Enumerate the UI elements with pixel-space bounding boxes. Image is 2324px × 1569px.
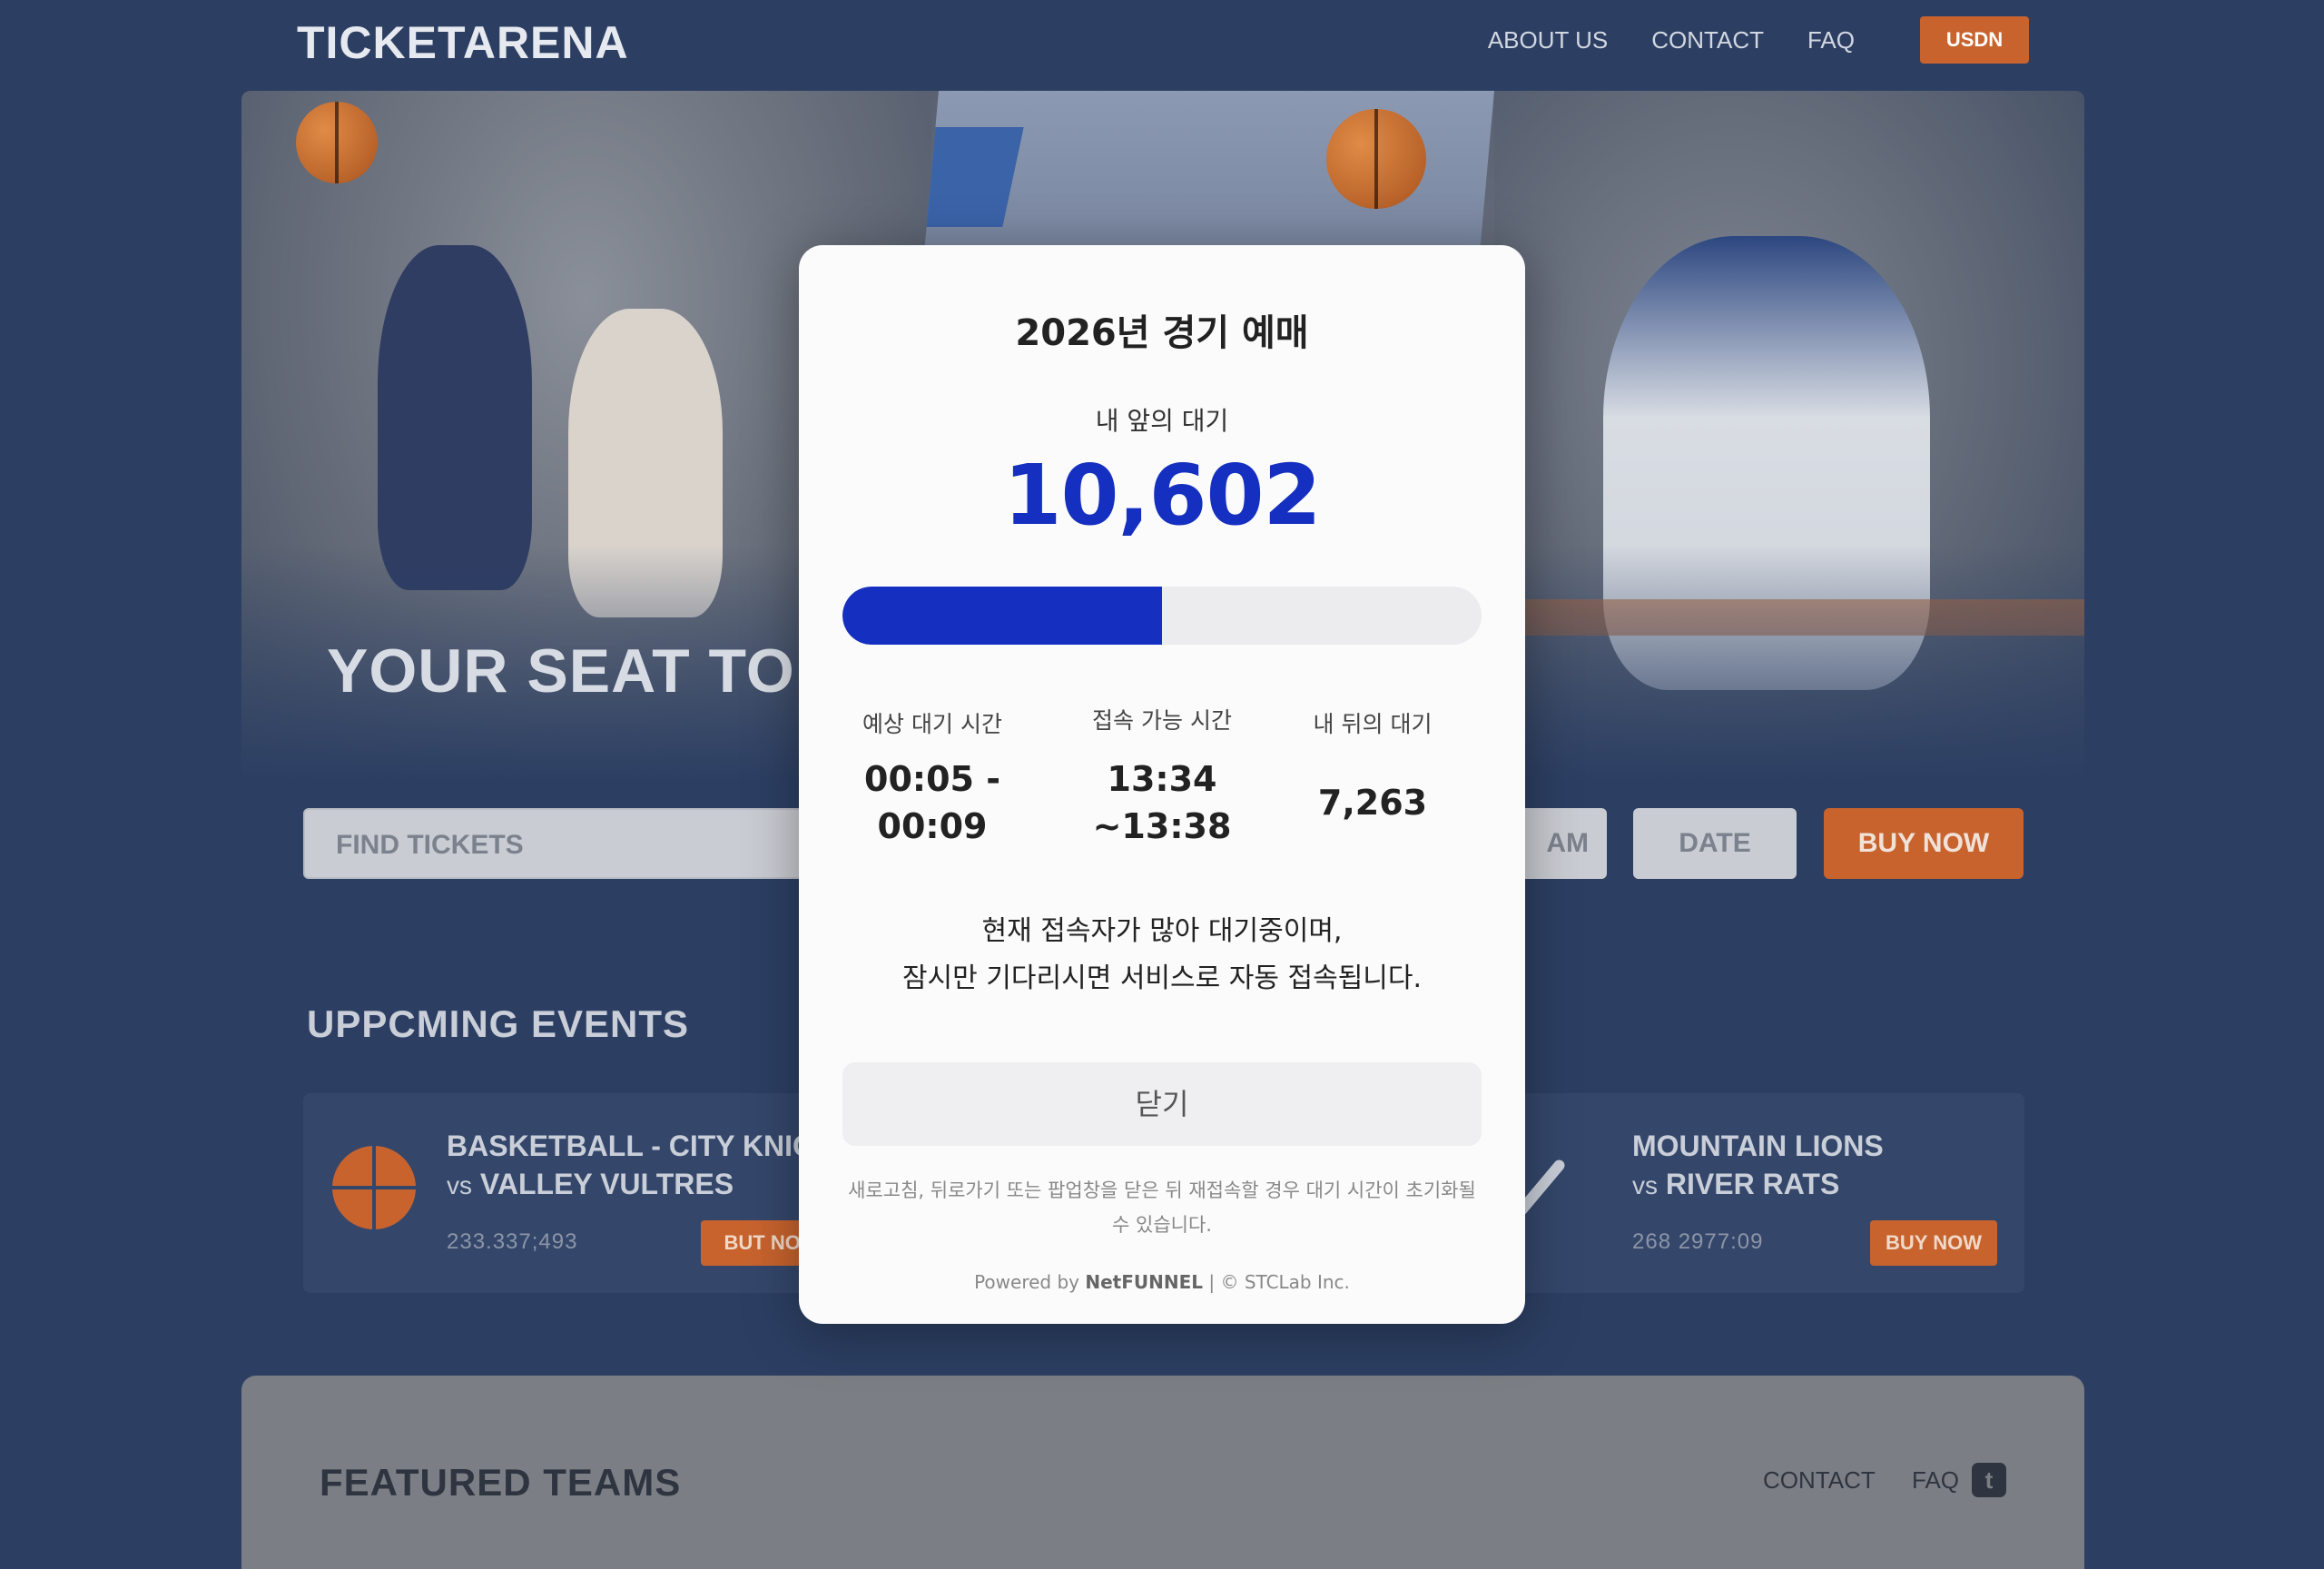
nav-about-us[interactable]: ABOUT US <box>1488 16 1608 64</box>
player-silhouette <box>378 245 532 590</box>
footer-faq-link[interactable]: FAQ <box>1912 1466 1959 1495</box>
powered-brand[interactable]: NetFUNNEL <box>1085 1271 1203 1293</box>
waiting-queue-modal: 2026년 경기 예매 내 앞의 대기 10,602 예상 대기 시간 00:0… <box>799 245 1525 1324</box>
queue-message-line1: 현재 접속자가 많아 대기중이며, <box>981 915 1343 947</box>
featured-teams-title: FEATURED TEAMS <box>320 1461 682 1504</box>
access-time-value-line2: ~13:38 <box>1092 806 1232 846</box>
nav-faq[interactable]: FAQ <box>1807 16 1855 64</box>
find-tickets-input[interactable]: FIND TICKETS <box>303 808 848 879</box>
event-date: 268 2977:09 <box>1632 1229 1764 1254</box>
queue-ahead-count: 10,602 <box>1003 447 1321 544</box>
basketball-graphic <box>296 102 378 183</box>
date-filter-button[interactable]: DATE <box>1633 808 1797 879</box>
buy-now-button[interactable]: BUY NOW <box>1824 808 2024 879</box>
powered-by: Powered by NetFUNNEL | © STCLab Inc. <box>799 1271 1525 1293</box>
vs-label: vs <box>447 1171 472 1199</box>
top-nav: ABOUT US CONTACT FAQ USDN <box>1444 16 2029 64</box>
queue-message-line2: 잠시만 기다리시면 서비스로 자동 접속됩니다. <box>901 962 1423 994</box>
estimated-wait-value: 00:05 - 00:09 <box>823 755 1041 850</box>
opponent-name: VALLEY VULTRES <box>479 1168 734 1200</box>
event-buy-button[interactable]: BUY NOW <box>1870 1220 1997 1266</box>
event-opponent: vs VALLEY VULTRES <box>447 1168 734 1201</box>
event-opponent: vs RIVER RATS <box>1632 1168 1839 1201</box>
behind-count-value: 7,263 <box>1264 779 1482 826</box>
upcoming-events-title: UPPCMING EVENTS <box>307 1002 690 1045</box>
hero-title: YOUR SEAT TO T <box>327 636 852 706</box>
twitter-icon[interactable]: t <box>1972 1463 2006 1497</box>
footer-contact-link[interactable]: CONTACT <box>1763 1466 1876 1495</box>
nav-contact[interactable]: CONTACT <box>1651 16 1764 64</box>
event-date: 233.337;493 <box>447 1229 578 1254</box>
opponent-name: RIVER RATS <box>1665 1168 1840 1200</box>
basketball-graphic <box>1326 109 1426 209</box>
access-time-value-line1: 13:34 <box>1107 759 1217 799</box>
nav-cta-button[interactable]: USDN <box>1920 16 2029 64</box>
behind-count-value-line1: 7,263 <box>1317 783 1428 823</box>
featured-teams-section: FEATURED TEAMS CONTACT FAQ t <box>241 1376 2084 1569</box>
event-title: MOUNTAIN LIONS <box>1632 1130 1884 1162</box>
estimated-wait-value-line2: 00:09 <box>877 806 988 846</box>
queue-message: 현재 접속자가 많아 대기중이며, 잠시만 기다리시면 서비스로 자동 접속됩니… <box>799 908 1525 1002</box>
event-title: BASKETBALL - CITY KNIG <box>447 1130 815 1162</box>
powered-suffix: | © STCLab Inc. <box>1203 1271 1350 1293</box>
find-tickets-placeholder: FIND TICKETS <box>336 830 524 860</box>
vs-label: vs <box>1632 1171 1658 1199</box>
access-time-label: 접속 가능 시간 <box>1092 707 1232 734</box>
queue-ahead-label: 내 앞의 대기 <box>1095 406 1229 436</box>
estimated-wait-value-line1: 00:05 - <box>864 759 1000 799</box>
event-card[interactable]: MOUNTAIN LIONS vs RIVER RATS 268 2977:09… <box>1471 1093 2024 1293</box>
behind-count-label: 내 뒤의 대기 <box>1313 711 1433 737</box>
team-select-label: AM <box>1546 828 1589 858</box>
access-time-value: 13:34 ~13:38 <box>1053 755 1271 850</box>
brand-logo[interactable]: TICKETARENA <box>297 16 629 69</box>
estimated-wait-label: 예상 대기 시간 <box>862 711 1002 737</box>
queue-progress-fill <box>842 587 1162 645</box>
queue-progress-bar <box>842 587 1482 645</box>
page: TICKETARENA ABOUT US CONTACT FAQ USDN YO… <box>0 0 2324 1569</box>
refresh-warning-note: 새로고침, 뒤로가기 또는 팝업창을 닫은 뒤 재접속할 경우 대기 시간이 초… <box>848 1179 1476 1236</box>
event-card[interactable]: BASKETBALL - CITY KNIG vs VALLEY VULTRES… <box>303 1093 866 1293</box>
powered-prefix: Powered by <box>974 1271 1086 1293</box>
close-button[interactable]: 닫기 <box>842 1062 1482 1146</box>
basketball-icon <box>332 1146 416 1229</box>
modal-title: 2026년 경기 예매 <box>1015 312 1309 354</box>
